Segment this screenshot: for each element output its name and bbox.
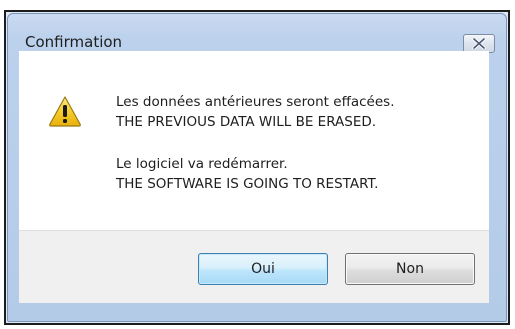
message-line-2: THE PREVIOUS DATA WILL BE ERASED. — [116, 114, 377, 130]
yes-button[interactable]: Oui — [198, 253, 328, 285]
close-x-icon — [472, 38, 486, 49]
warning-triangle-icon — [49, 96, 81, 127]
dialog-title: Confirmation — [25, 33, 123, 51]
dialog-message-area: Les données antérieures seront effacées.… — [19, 51, 489, 230]
message-line-3: Le logiciel va redémarrer. — [116, 156, 288, 172]
message-line-4: THE SOFTWARE IS GOING TO RESTART. — [116, 176, 379, 192]
dialog-button-bar: Oui Non — [19, 230, 489, 303]
dialog-titlebar[interactable]: Confirmation — [8, 14, 506, 54]
no-button[interactable]: Non — [345, 253, 475, 285]
message-line-1: Les données antérieures seront effacées. — [116, 94, 395, 110]
